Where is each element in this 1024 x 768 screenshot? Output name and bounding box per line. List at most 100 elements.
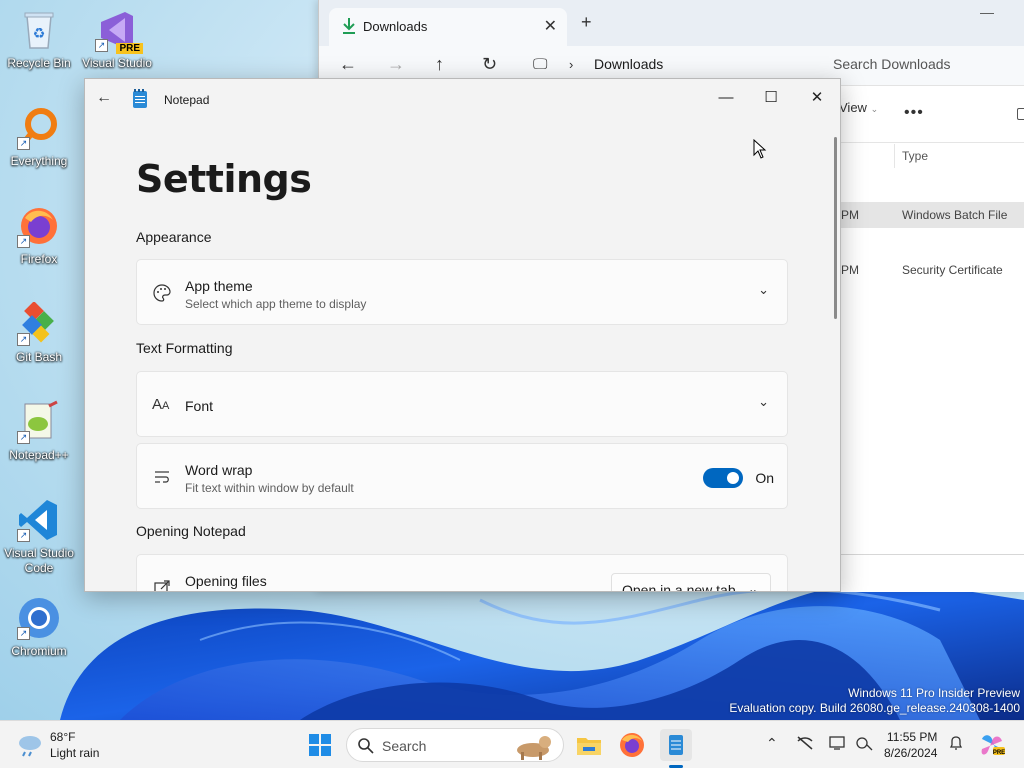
- breadcrumb[interactable]: Downloads: [594, 56, 663, 72]
- desktop-icon-label: Git Bash: [15, 350, 63, 364]
- desktop-icon-firefox[interactable]: ↗ Firefox: [0, 204, 78, 267]
- svg-text:♻: ♻: [33, 25, 46, 41]
- display-icon[interactable]: [829, 735, 847, 754]
- column-header-type[interactable]: Type: [902, 149, 928, 163]
- search-label: Search: [382, 738, 427, 754]
- chevron-down-icon[interactable]: ⌄: [758, 394, 769, 410]
- file-row[interactable]: PM Windows Batch File: [841, 202, 1024, 228]
- view-label: View: [839, 100, 867, 115]
- desktop-icon-vscode[interactable]: ↗ Visual Studio Code: [0, 498, 78, 576]
- watermark-line2: Evaluation copy. Build 26080.ge_release.…: [729, 701, 1020, 715]
- explorer-tab-bar: Downloads ✕ + —: [319, 0, 1024, 46]
- details-pane-icon[interactable]: [1017, 108, 1024, 120]
- taskbar-firefox[interactable]: [616, 729, 648, 761]
- shortcut-arrow-icon: ↗: [17, 333, 30, 346]
- this-pc-icon[interactable]: 🖵: [533, 56, 547, 73]
- copilot-button[interactable]: PRE: [976, 729, 1008, 761]
- back-icon[interactable]: ←: [339, 54, 357, 75]
- vpn-icon[interactable]: [855, 735, 873, 754]
- desktop-icon-git-bash[interactable]: ↗ Git Bash: [0, 301, 78, 365]
- clock[interactable]: 11:55 PM 8/26/2024: [884, 729, 937, 761]
- notification-bell-icon[interactable]: [948, 735, 964, 754]
- visual-studio-icon: PRE ↗: [95, 8, 143, 54]
- more-options-icon[interactable]: •••: [904, 104, 924, 122]
- shortcut-arrow-icon: ↗: [17, 137, 30, 150]
- notepad-title-bar: ← Notepad — ☐ ✕: [85, 79, 840, 119]
- file-type: Windows Batch File: [902, 208, 1008, 222]
- network-disconnected-icon[interactable]: [796, 735, 814, 754]
- minimize-button[interactable]: —: [703, 83, 749, 113]
- opening-files-dropdown[interactable]: Open in a new tab ⌄: [611, 573, 771, 592]
- cloud-rain-icon: [19, 736, 41, 757]
- show-hidden-icons-chevron-icon[interactable]: ⌃: [766, 735, 778, 752]
- shortcut-arrow-icon: ↗: [95, 39, 108, 52]
- desktop-icon-visual-studio[interactable]: PRE ↗ Visual Studio 2022 Preview: [78, 8, 156, 71]
- app-theme-setting[interactable]: App theme Select which app theme to disp…: [136, 259, 788, 325]
- desktop-icon-label: Everything: [10, 154, 68, 168]
- everything-icon: ↗: [17, 106, 61, 150]
- start-button[interactable]: [304, 729, 336, 761]
- shortcut-arrow-icon: ↗: [17, 529, 30, 542]
- back-arrow-icon[interactable]: ←: [96, 89, 112, 107]
- chevron-down-icon: ⌄: [747, 582, 758, 592]
- setting-subtitle: Select which app theme to display: [185, 297, 367, 311]
- palette-icon: [152, 283, 172, 303]
- setting-title: Word wrap: [185, 462, 253, 478]
- desktop-icon-label: Recycle Bin: [7, 56, 71, 70]
- desktop-icon-label: Visual Studio 2022 Preview: [82, 56, 152, 70]
- breadcrumb-chevron-icon: ›: [569, 57, 574, 72]
- notepad-app-icon: [133, 89, 147, 108]
- taskbar: 68°F Light rain Search ⌃ 11:55 PM 8/26/2…: [0, 720, 1024, 768]
- font-icon: AA: [152, 396, 170, 413]
- shortcut-arrow-icon: ↗: [17, 235, 30, 248]
- file-row[interactable]: PM Security Certificate: [841, 257, 1024, 283]
- close-button[interactable]: ✕: [794, 83, 840, 113]
- taskbar-search[interactable]: Search: [346, 728, 564, 762]
- explorer-tab-title: Downloads: [363, 19, 428, 34]
- taskbar-notepad[interactable]: [660, 729, 692, 761]
- search-icon: [358, 738, 374, 754]
- scrollbar[interactable]: [834, 137, 837, 319]
- open-file-icon: [152, 578, 172, 591]
- taskbar-file-explorer[interactable]: [573, 729, 605, 761]
- maximize-button[interactable]: ☐: [748, 83, 794, 113]
- chevron-down-icon: ⌄: [870, 104, 879, 114]
- refresh-icon[interactable]: ↻: [482, 54, 497, 75]
- forward-icon[interactable]: →: [387, 54, 405, 75]
- desktop-icon-notepad-plus-plus[interactable]: ↗ Notepad++: [0, 400, 78, 463]
- section-header-text-formatting: Text Formatting: [136, 340, 233, 356]
- close-tab-icon[interactable]: ✕: [544, 16, 557, 36]
- vscode-icon: ↗: [17, 498, 61, 542]
- font-setting[interactable]: AA Font ⌄: [136, 371, 788, 437]
- setting-title: Opening files: [185, 573, 267, 589]
- view-button[interactable]: View ⌄: [839, 100, 878, 115]
- up-icon[interactable]: ↑: [435, 54, 444, 75]
- setting-title: Font: [185, 398, 214, 414]
- window-title: Notepad: [164, 93, 210, 107]
- search-highlight-icon: [517, 736, 551, 760]
- git-bash-icon: ↗: [17, 301, 61, 346]
- weather-temperature: 68°F: [50, 730, 76, 744]
- new-tab-button[interactable]: +: [581, 12, 592, 33]
- desktop-icon-everything[interactable]: ↗ Everything: [0, 106, 78, 169]
- mouse-cursor-icon: [753, 139, 767, 159]
- word-wrap-icon: [152, 467, 172, 487]
- search-input[interactable]: Search Downloads: [833, 56, 951, 72]
- notepad-window: ← Notepad — ☐ ✕ Settings Appearance App …: [84, 78, 841, 592]
- file-modified: PM: [841, 208, 859, 222]
- explorer-tab-downloads[interactable]: Downloads ✕: [329, 8, 567, 46]
- desktop-icon-recycle-bin[interactable]: ♻ Recycle Bin: [0, 8, 78, 71]
- minimize-button[interactable]: —: [980, 4, 994, 20]
- shortcut-arrow-icon: ↗: [17, 627, 30, 640]
- desktop-icon-label: Firefox: [20, 252, 58, 266]
- folder-icon: [577, 738, 601, 755]
- clock-time: 11:55 PM: [886, 730, 938, 744]
- desktop-icon-label: Notepad++: [9, 448, 69, 462]
- word-wrap-toggle[interactable]: [703, 468, 743, 488]
- dropdown-value: Open in a new tab: [622, 582, 736, 592]
- desktop-icon-chromium[interactable]: ↗ Chromium: [0, 596, 78, 659]
- copilot-icon: PRE: [981, 735, 1005, 756]
- preview-badge: PRE: [116, 43, 143, 54]
- notepad-icon: [669, 735, 683, 755]
- chevron-down-icon[interactable]: ⌄: [758, 282, 769, 298]
